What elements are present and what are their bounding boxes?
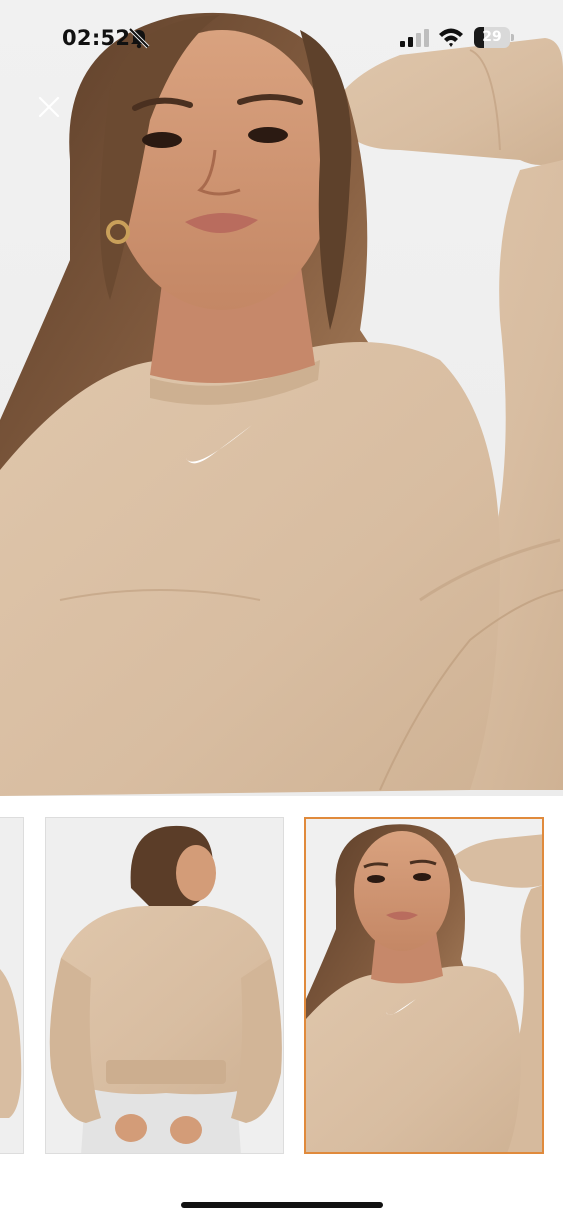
thumbnail-image — [306, 819, 542, 1152]
thumbnail-strip — [0, 796, 563, 1176]
battery-icon: 29 — [474, 27, 514, 48]
model-photo — [0, 12, 563, 796]
thumbnail-side-view[interactable] — [0, 817, 24, 1154]
bell-slash-icon — [128, 27, 150, 49]
close-icon — [38, 96, 60, 118]
thumbnail-front-view[interactable] — [304, 817, 544, 1154]
signal-icon — [400, 29, 429, 47]
thumbnail-image — [0, 818, 23, 1153]
battery-level-label: 29 — [482, 29, 502, 45]
wifi-icon — [439, 28, 463, 47]
status-bar: 02:52 29 — [0, 0, 563, 76]
status-time: 02:52 — [62, 26, 131, 50]
thumbnail-back-view[interactable] — [45, 817, 284, 1154]
thumbnail-image — [46, 818, 283, 1153]
home-indicator[interactable] — [181, 1202, 383, 1208]
main-product-image — [0, 0, 563, 796]
close-button[interactable] — [30, 88, 68, 126]
